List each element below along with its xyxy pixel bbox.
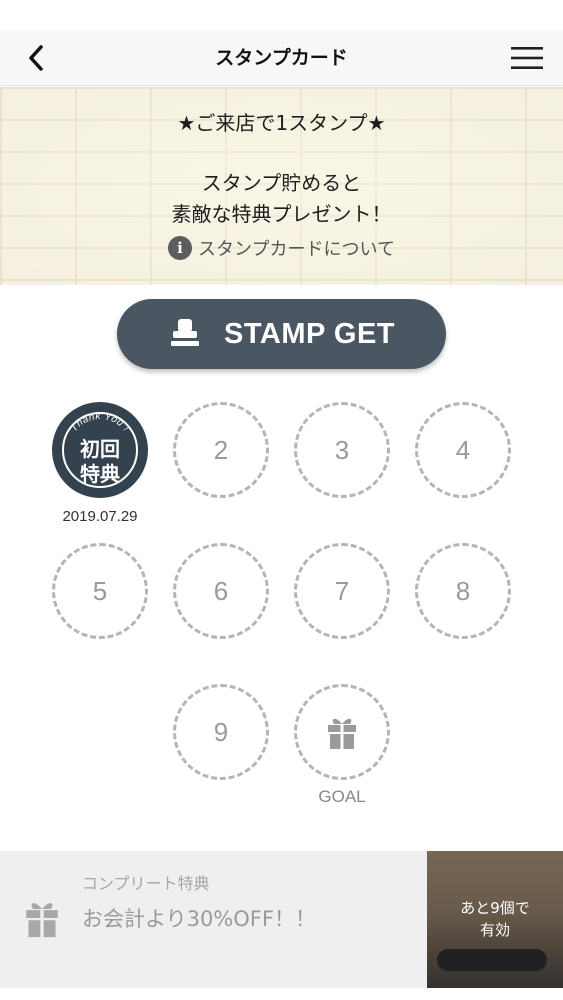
remaining-stamps-text: あと9個で 有効: [427, 897, 563, 941]
stamp-slot-goal: [294, 684, 390, 780]
status-bar: [0, 0, 563, 30]
campaign-banner: ★ご来店で1スタンプ★ スタンプ貯めると 素敵な特典プレゼント！ i スタンプカ…: [0, 87, 563, 285]
stamp-slot-9: 9: [173, 684, 269, 780]
gift-icon: [26, 903, 58, 938]
stamp-label-line2: 特典: [80, 462, 120, 486]
navigation-bar: スタンプカード: [0, 30, 563, 86]
stamp-date: 2019.07.29: [62, 508, 138, 525]
stamp-slot-3: 3: [294, 402, 390, 498]
complete-reward-panel: コンプリート特典 お会計より30%OFF！！ あと9個で 有効: [0, 851, 563, 988]
remaining-line2: 有効: [479, 921, 510, 939]
about-stamp-card-label: スタンプカードについて: [198, 239, 395, 260]
page-title: スタンプカード: [215, 47, 348, 69]
about-stamp-card-link[interactable]: i スタンプカードについて: [0, 235, 563, 261]
stamp-icon: [171, 319, 199, 346]
banner-headline: ★ご来店で1スタンプ★: [177, 111, 386, 135]
stamp-slot-5: 5: [52, 543, 148, 639]
stamp-get-label: STAMP GET: [224, 317, 395, 350]
stamp-slot-1-stamped: Thank You ! 初回 特典: [52, 402, 148, 498]
stamp-slot-7: 7: [294, 543, 390, 639]
reward-photo: あと9個で 有効: [427, 851, 563, 988]
stamp-slot-6: 6: [173, 543, 269, 639]
hamburger-menu-icon: [511, 47, 543, 69]
menu-button[interactable]: [507, 40, 547, 76]
complete-reward-description: お会計より30%OFF！！: [82, 907, 316, 931]
bottom-spacer: [0, 988, 563, 1000]
stamp-get-button[interactable]: STAMP GET: [117, 299, 446, 369]
gift-icon: [328, 718, 356, 749]
info-icon: i: [168, 236, 193, 260]
stamp-slot-8: 8: [415, 543, 511, 639]
remaining-line1: あと9個で: [460, 899, 530, 917]
banner-text-line2: 素敵な特典プレゼント！: [171, 202, 392, 226]
goal-label: GOAL: [318, 787, 366, 806]
stamp-slot-4: 4: [415, 402, 511, 498]
stamp-slot-2: 2: [173, 402, 269, 498]
banner-text-line1: スタンプ貯めると: [201, 171, 362, 195]
complete-reward-title: コンプリート特典: [82, 874, 210, 893]
